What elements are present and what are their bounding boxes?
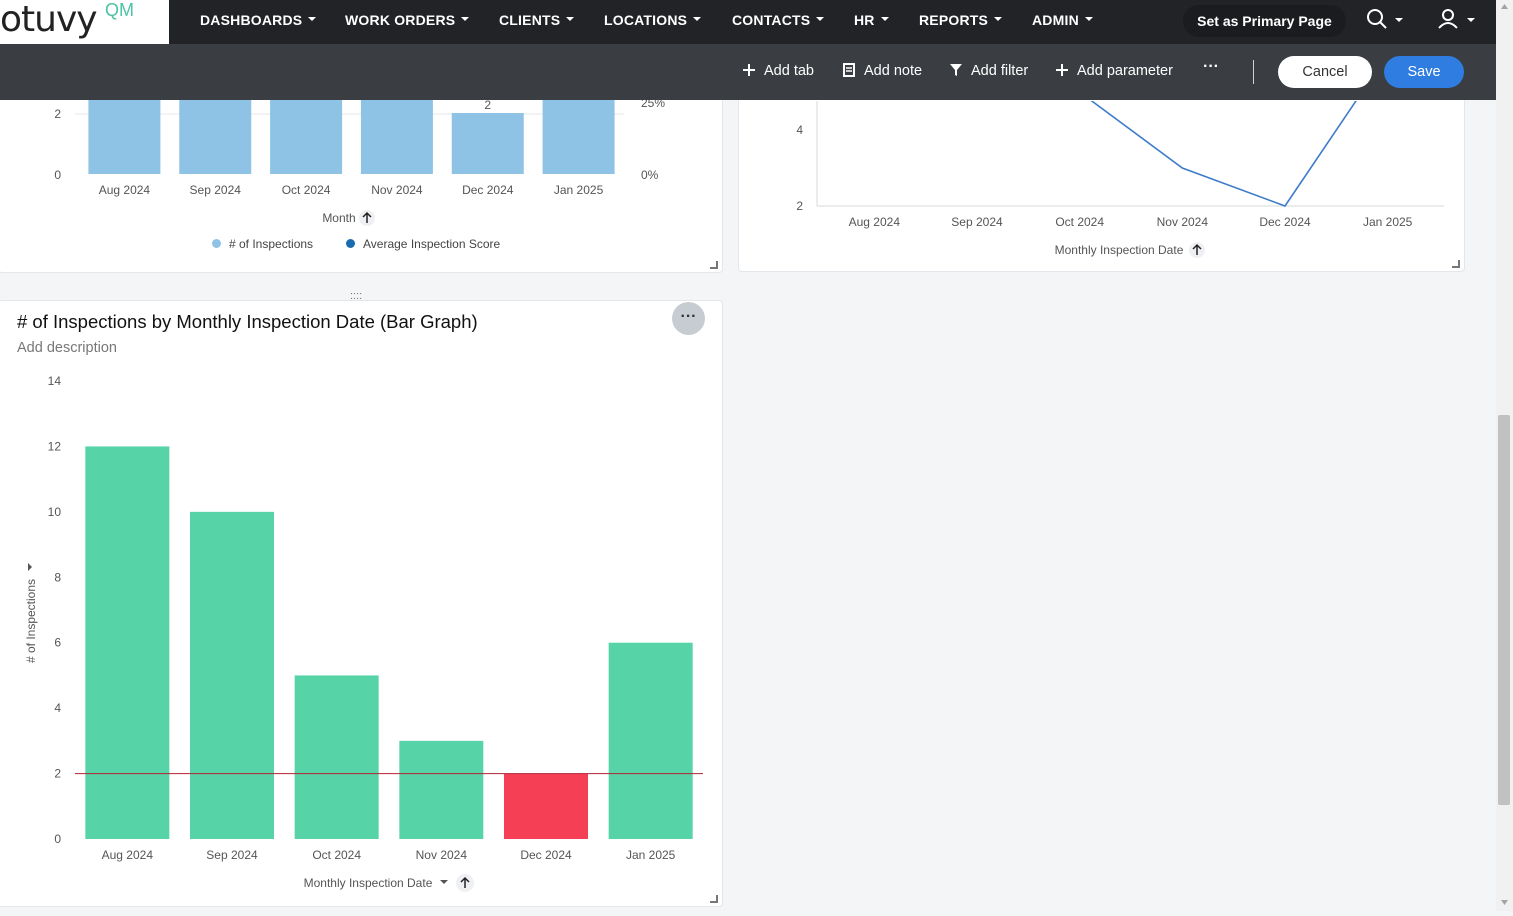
chevron-down-icon: [880, 17, 889, 22]
card-description[interactable]: Add description: [17, 340, 117, 356]
user-menu[interactable]: [1437, 7, 1477, 35]
nav-dashboards[interactable]: DASHBOARDS: [200, 12, 317, 32]
y-tick-label: 4: [796, 123, 803, 137]
y-tick-label: 2: [796, 199, 803, 213]
logo-suffix: QM: [105, 0, 134, 20]
plus-icon: [1056, 64, 1068, 76]
legend-dot: [346, 239, 355, 248]
chevron-down-icon: [816, 17, 825, 22]
card-menu-button[interactable]: ···: [672, 302, 705, 335]
otuvy-logo[interactable]: otuvy QM: [0, 0, 169, 44]
nav-hr[interactable]: HR: [854, 12, 889, 32]
x-axis-title: Month: [322, 211, 355, 225]
nav-locations[interactable]: LOCATIONS: [604, 12, 702, 32]
bar: [504, 773, 588, 839]
y-tick-label: 10: [48, 505, 62, 519]
card-title[interactable]: # of Inspections by Monthly Inspection D…: [17, 311, 478, 333]
x-tick-label: Dec 2024: [1259, 215, 1311, 229]
x-tick-label: Oct 2024: [1055, 215, 1104, 229]
bar-graph-card: 0 2 4 6 8 10 12 14 Aug 2024 Sep 2024 Oct 2024 Nov 2…: [0, 300, 723, 907]
toolbar-divider: [1253, 60, 1254, 84]
x-tick-label: Dec 2024: [462, 183, 514, 197]
top-navigation-bar: otuvy QM DASHBOARDS WORK ORDERS CLIENTS …: [0, 0, 1496, 44]
x-tick-label: Nov 2024: [371, 183, 423, 197]
nav-reports[interactable]: REPORTS: [919, 12, 1003, 32]
legend-item-avg-score[interactable]: Average Inspection Score: [346, 237, 500, 251]
cancel-button[interactable]: Cancel: [1278, 56, 1372, 88]
search-icon: [1367, 9, 1403, 29]
user-icon: [1438, 9, 1475, 29]
x-tick-label: Oct 2024: [312, 848, 361, 862]
chevron-down-icon: [693, 17, 702, 22]
add-note-button[interactable]: Add note: [842, 63, 922, 79]
line-chart-card: 4 2 Aug 2024 Sep 2024 Oct 2024 Nov 2024 Dec 20…: [738, 80, 1465, 272]
logo-wordmark: otuvy: [0, 0, 98, 40]
nav-admin[interactable]: ADMIN: [1032, 12, 1093, 32]
legend-dot: [212, 239, 221, 248]
plus-icon: [743, 64, 755, 76]
bar: [85, 446, 170, 839]
y-tick-label: 0: [54, 168, 61, 182]
y-tick-label: 12: [48, 439, 62, 453]
x-tick-label: Aug 2024: [849, 215, 901, 229]
x-tick-label: Nov 2024: [416, 848, 468, 862]
bar: [608, 642, 693, 839]
line-chart: 4 2 Aug 2024 Sep 2024 Oct 2024 Nov 2024 Dec 20…: [796, 101, 1444, 258]
y-axis-title: # of Inspections: [24, 579, 38, 663]
chevron-down-icon: [440, 880, 448, 884]
x-tick-label: Sep 2024: [206, 848, 258, 862]
chevron-down-icon: [28, 563, 32, 571]
y-tick-label: 14: [48, 374, 62, 388]
add-parameter-button[interactable]: Add parameter: [1055, 63, 1173, 79]
nav-contacts[interactable]: CONTACTS: [732, 12, 825, 32]
x-tick-label: Oct 2024: [282, 183, 331, 197]
x-tick-label: Aug 2024: [99, 183, 151, 197]
y-tick-label: 0: [54, 832, 61, 846]
add-filter-button[interactable]: Add filter: [949, 63, 1028, 79]
save-button[interactable]: Save: [1384, 56, 1464, 88]
filter-icon: [950, 64, 962, 76]
scrollbar-thumb[interactable]: [1498, 415, 1510, 805]
nav-work-orders[interactable]: WORK ORDERS: [345, 12, 470, 32]
x-tick-label: Dec 2024: [520, 848, 572, 862]
x-tick-label: Jan 2025: [1363, 215, 1413, 229]
x-tick-label: Aug 2024: [102, 848, 154, 862]
x-tick-label: Jan 2025: [554, 183, 604, 197]
more-options-button[interactable]: ···: [1203, 58, 1219, 76]
legend-item-inspections[interactable]: # of Inspections: [212, 237, 313, 251]
bar-chart: 0 2 4 6 8 10 12 14 Aug 2024 Sep 2024 Oct 2024 Nov 2…: [24, 374, 703, 892]
y-tick-label: 2: [54, 767, 61, 781]
bar: [451, 113, 524, 174]
chevron-down-icon: [461, 17, 470, 22]
x-tick-label: Nov 2024: [1157, 215, 1209, 229]
y-tick-label: 8: [54, 570, 61, 584]
y-tick-label: 4: [54, 701, 61, 715]
add-tab-button[interactable]: Add tab: [742, 63, 814, 79]
y-tick-label: 2: [54, 107, 61, 121]
chevron-down-icon: [566, 17, 575, 22]
note-icon: [843, 63, 855, 77]
resize-handle[interactable]: [710, 261, 718, 269]
x-axis-title: Monthly Inspection Date: [304, 876, 433, 890]
x-axis-title: Monthly Inspection Date: [1055, 243, 1184, 257]
nav-clients[interactable]: CLIENTS: [499, 12, 575, 32]
x-tick-label: Sep 2024: [951, 215, 1003, 229]
resize-handle[interactable]: [1452, 260, 1460, 268]
chevron-down-icon: [994, 17, 1003, 22]
chevron-down-icon: [1084, 17, 1093, 22]
x-tick-label: Jan 2025: [626, 848, 676, 862]
y-tick-label: 6: [54, 636, 61, 650]
resize-handle[interactable]: [710, 895, 718, 903]
bar: [399, 740, 484, 839]
bar: [190, 511, 274, 839]
chevron-down-icon: [308, 17, 317, 22]
data-label: 2: [484, 98, 491, 112]
y2-tick-label: 0%: [641, 168, 659, 182]
dashboard-edit-toolbar: Add tab Add note Add filter Add paramete…: [0, 44, 1496, 100]
search-menu[interactable]: [1365, 7, 1405, 35]
set-primary-page-button[interactable]: Set as Primary Page: [1183, 5, 1346, 37]
x-tick-label: Sep 2024: [190, 183, 242, 197]
bar: [294, 675, 379, 839]
